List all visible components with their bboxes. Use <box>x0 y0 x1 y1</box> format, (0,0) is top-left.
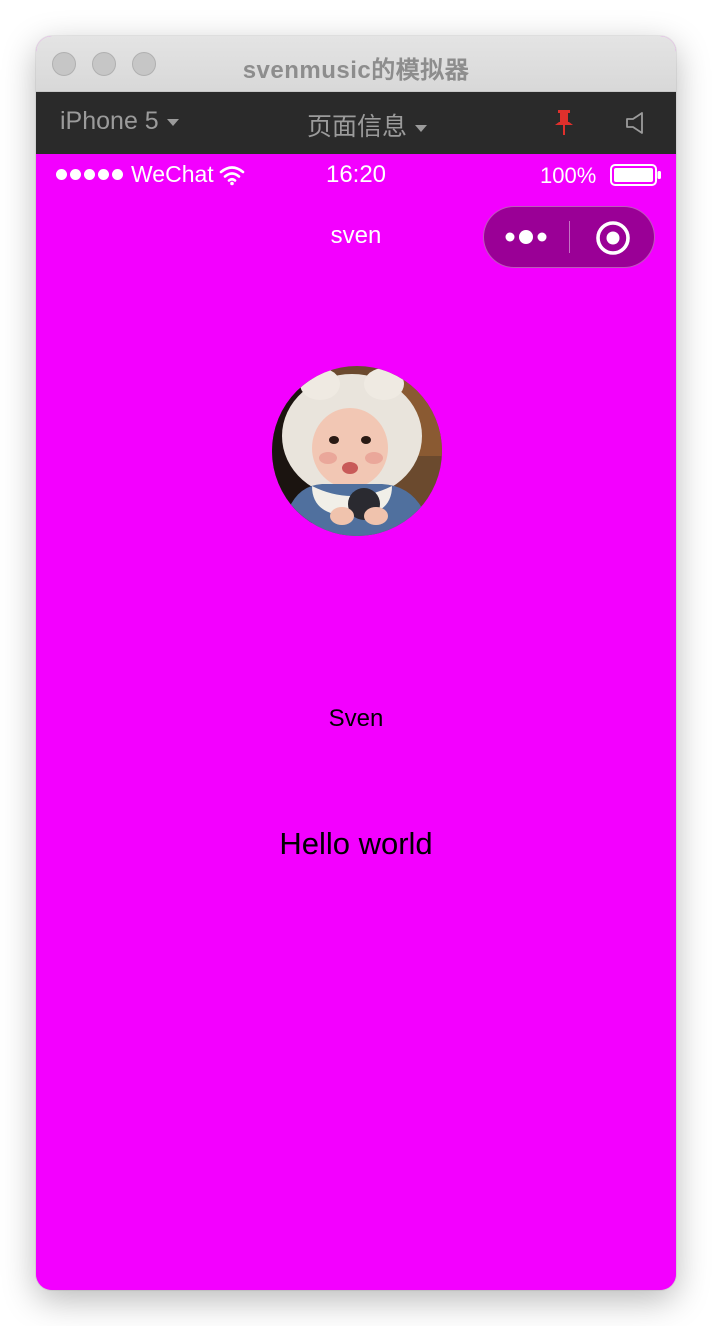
speaker-icon[interactable] <box>624 111 648 135</box>
device-label: iPhone 5 <box>60 107 159 135</box>
simulator-toolbar: iPhone 5 页面信息 <box>36 92 676 154</box>
battery-percentage: 100% <box>540 163 597 188</box>
chevron-down-icon <box>166 118 179 126</box>
window-titlebar[interactable]: svenmusic的模拟器 <box>36 36 676 92</box>
avatar-photo <box>272 366 442 536</box>
window-title: svenmusic的模拟器 <box>242 57 470 84</box>
avatar[interactable] <box>272 366 442 536</box>
page-info-menu[interactable]: 页面信息 <box>307 107 428 143</box>
navigation-bar: sven <box>36 194 676 282</box>
user-nickname: Sven <box>328 705 384 732</box>
battery-icon <box>610 164 661 186</box>
exit-target-icon[interactable] <box>594 219 632 257</box>
device-select[interactable]: iPhone 5 <box>60 107 179 136</box>
simulator-window: svenmusic的模拟器 iPhone 5 页面信息 WeChat 16:20… <box>36 36 676 1290</box>
capsule-divider <box>569 221 570 253</box>
page-info-label: 页面信息 <box>307 113 408 141</box>
motto-text: Hello world <box>279 826 433 861</box>
menu-capsule <box>483 206 655 268</box>
status-bar: WeChat 16:20 100% <box>36 154 676 194</box>
phone-screen: WeChat 16:20 100% sven Sven Hello world <box>36 154 676 1290</box>
more-dots-icon[interactable] <box>502 223 552 251</box>
pin-icon[interactable] <box>552 109 576 137</box>
chevron-down-icon <box>415 124 428 132</box>
